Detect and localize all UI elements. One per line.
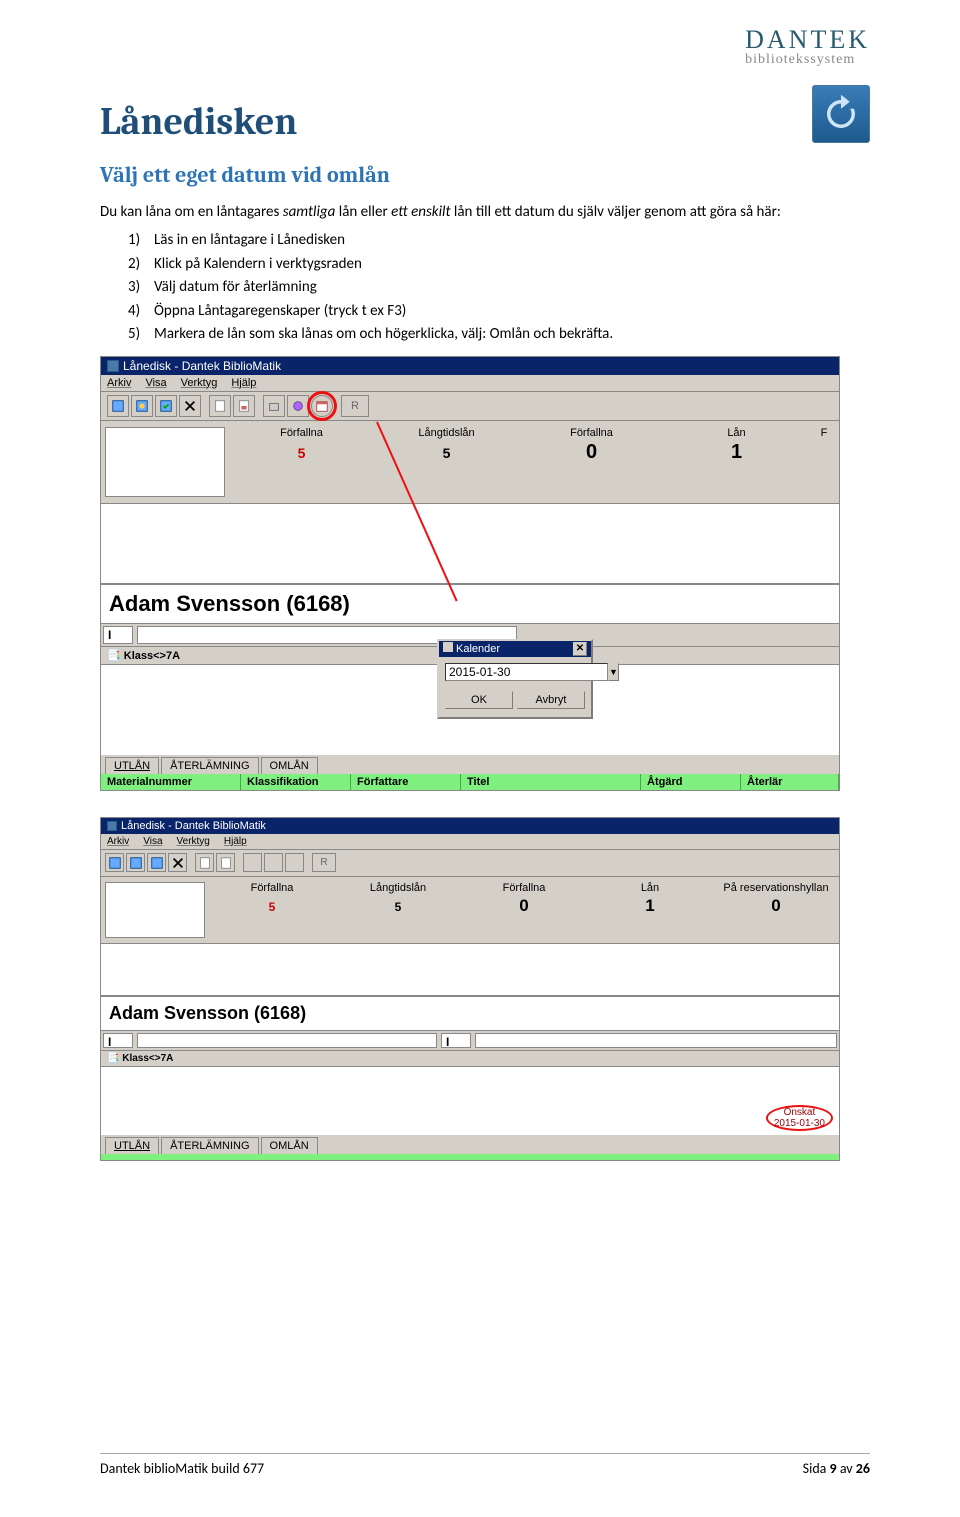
brand-sub: bibliotekssystem xyxy=(745,52,870,68)
stat-col: F xyxy=(809,427,839,499)
class-row: 📑 Klass<>7A xyxy=(101,1051,839,1067)
menu-visa[interactable]: Visa xyxy=(143,836,162,847)
intro-paragraph: Du kan låna om en låntagares samtliga lå… xyxy=(100,202,870,223)
toolbar-button[interactable] xyxy=(107,395,129,417)
tab-aterlaemning[interactable]: ÅTERLÄMNING xyxy=(161,757,258,774)
stat-col: Lån1 xyxy=(664,427,809,499)
tab-aterlaemning[interactable]: ÅTERLÄMNING xyxy=(161,1137,258,1154)
toolbar-button[interactable] xyxy=(105,853,124,872)
menu-verktyg[interactable]: Verktyg xyxy=(181,377,218,389)
calendar-cancel-button[interactable]: Avbryt xyxy=(517,691,585,709)
tab-omlan[interactable]: OMLÅN xyxy=(261,1137,318,1154)
refresh-icon xyxy=(812,85,870,143)
window-lanedisk-1: Lånedisk - Dantek BiblioMatik Arkiv Visa… xyxy=(100,356,840,791)
tab-utlan[interactable]: UTLÅN xyxy=(105,1137,159,1154)
borrower-name: Adam Svensson (6168) xyxy=(101,996,839,1031)
calendar-ok-button[interactable]: OK xyxy=(445,691,513,709)
toolbar-button[interactable]: R xyxy=(341,395,369,417)
window-title: Lånedisk - Dantek BiblioMatik xyxy=(121,820,266,832)
toolbar-button[interactable] xyxy=(195,853,214,872)
toolbar-button[interactable] xyxy=(155,395,177,417)
window-icon xyxy=(107,360,119,372)
tabs-row: UTLÅN ÅTERLÄMNING OMLÅN xyxy=(101,1135,839,1154)
menu-arkiv[interactable]: Arkiv xyxy=(107,836,129,847)
toolbar-button[interactable] xyxy=(243,853,262,872)
step-item: Öppna Låntagaregenskaper (tryck t ex F3) xyxy=(128,300,870,323)
toolbar-button[interactable] xyxy=(263,395,285,417)
tab-omlan[interactable]: OMLÅN xyxy=(261,757,318,774)
toolbar: R xyxy=(101,392,839,421)
toolbar-delete-button[interactable] xyxy=(168,853,187,872)
toolbar-delete-button[interactable] xyxy=(179,395,201,417)
stats-row: Förfallna5 Långtidslån5 Förfallna0 Lån1 … xyxy=(101,877,839,944)
toolbar-button[interactable] xyxy=(287,395,309,417)
page-title: Lånedisken xyxy=(100,100,870,144)
footer-page: Sida 9 av 26 xyxy=(803,1460,870,1477)
menubar: Arkiv Visa Verktyg Hjälp xyxy=(101,375,839,392)
footer-build: Dantek biblioMatik build 677 xyxy=(100,1460,264,1477)
left-panel xyxy=(105,427,225,497)
calendar-popup: Kalender ✕ ▼ OK Avbryt xyxy=(437,639,593,719)
brand-name: DANTEK xyxy=(745,25,870,55)
toolbar-button[interactable]: R xyxy=(312,853,336,872)
tab-utlan[interactable]: UTLÅN xyxy=(105,757,159,774)
toolbar-button[interactable] xyxy=(131,395,153,417)
left-panel xyxy=(105,882,205,938)
borrower-name: Adam Svensson (6168) xyxy=(101,584,839,624)
stat-col: Förfallna5 xyxy=(229,427,374,499)
calendar-title: Kalender xyxy=(456,643,500,655)
section-title: Välj ett eget datum vid omlån xyxy=(100,162,870,188)
menu-hjalp[interactable]: Hjälp xyxy=(231,377,256,389)
calendar-close-button[interactable]: ✕ xyxy=(573,642,587,656)
tabs-row: UTLÅN ÅTERLÄMNING OMLÅN xyxy=(101,755,839,774)
page-footer: Dantek biblioMatik build 677 Sida 9 av 2… xyxy=(100,1453,870,1477)
toolbar-button[interactable] xyxy=(233,395,255,417)
brand-logo: DANTEK bibliotekssystem xyxy=(745,25,870,68)
stat-col: Förfallna0 xyxy=(519,427,664,499)
table-header: Materialnummer Klassifikation Författare… xyxy=(101,774,839,790)
toolbar-calendar-button[interactable] xyxy=(311,395,333,417)
menu-arkiv[interactable]: Arkiv xyxy=(107,377,131,389)
menu-visa[interactable]: Visa xyxy=(145,377,166,389)
toolbar-button[interactable] xyxy=(147,853,166,872)
toolbar-calendar-button[interactable] xyxy=(285,853,304,872)
info-row: I I xyxy=(101,1031,839,1051)
toolbar-button[interactable] xyxy=(264,853,283,872)
menu-verktyg[interactable]: Verktyg xyxy=(177,836,210,847)
toolbar-button[interactable] xyxy=(126,853,145,872)
stats-row: Förfallna5 Långtidslån5 Förfallna0 Lån1 … xyxy=(101,421,839,504)
steps-list: Läs in en låntagare i Lånedisken Klick p… xyxy=(128,229,870,346)
step-item: Markera de lån som ska lånas om och höge… xyxy=(128,323,870,346)
toolbar-button[interactable] xyxy=(209,395,231,417)
table-header-strip xyxy=(101,1154,839,1160)
step-item: Klick på Kalendern i verktygsraden xyxy=(128,253,870,276)
window-lanedisk-2: Lånedisk - Dantek BiblioMatik Arkiv Visa… xyxy=(100,817,840,1161)
window-titlebar: Lånedisk - Dantek BiblioMatik xyxy=(101,357,839,375)
window-title: Lånedisk - Dantek BiblioMatik xyxy=(123,359,281,373)
calendar-date-input[interactable] xyxy=(445,663,608,681)
step-item: Välj datum för återlämning xyxy=(128,276,870,299)
window-icon xyxy=(107,821,117,831)
calendar-dropdown-icon[interactable]: ▼ xyxy=(608,663,619,681)
toolbar: R xyxy=(101,850,839,877)
menubar: Arkiv Visa Verktyg Hjälp xyxy=(101,834,839,850)
onskat-badge: Önskat 2015-01-30 xyxy=(766,1105,833,1131)
step-item: Läs in en låntagare i Lånedisken xyxy=(128,229,870,252)
toolbar-button[interactable] xyxy=(216,853,235,872)
menu-hjalp[interactable]: Hjälp xyxy=(224,836,247,847)
window-titlebar: Lånedisk - Dantek BiblioMatik xyxy=(101,818,839,834)
